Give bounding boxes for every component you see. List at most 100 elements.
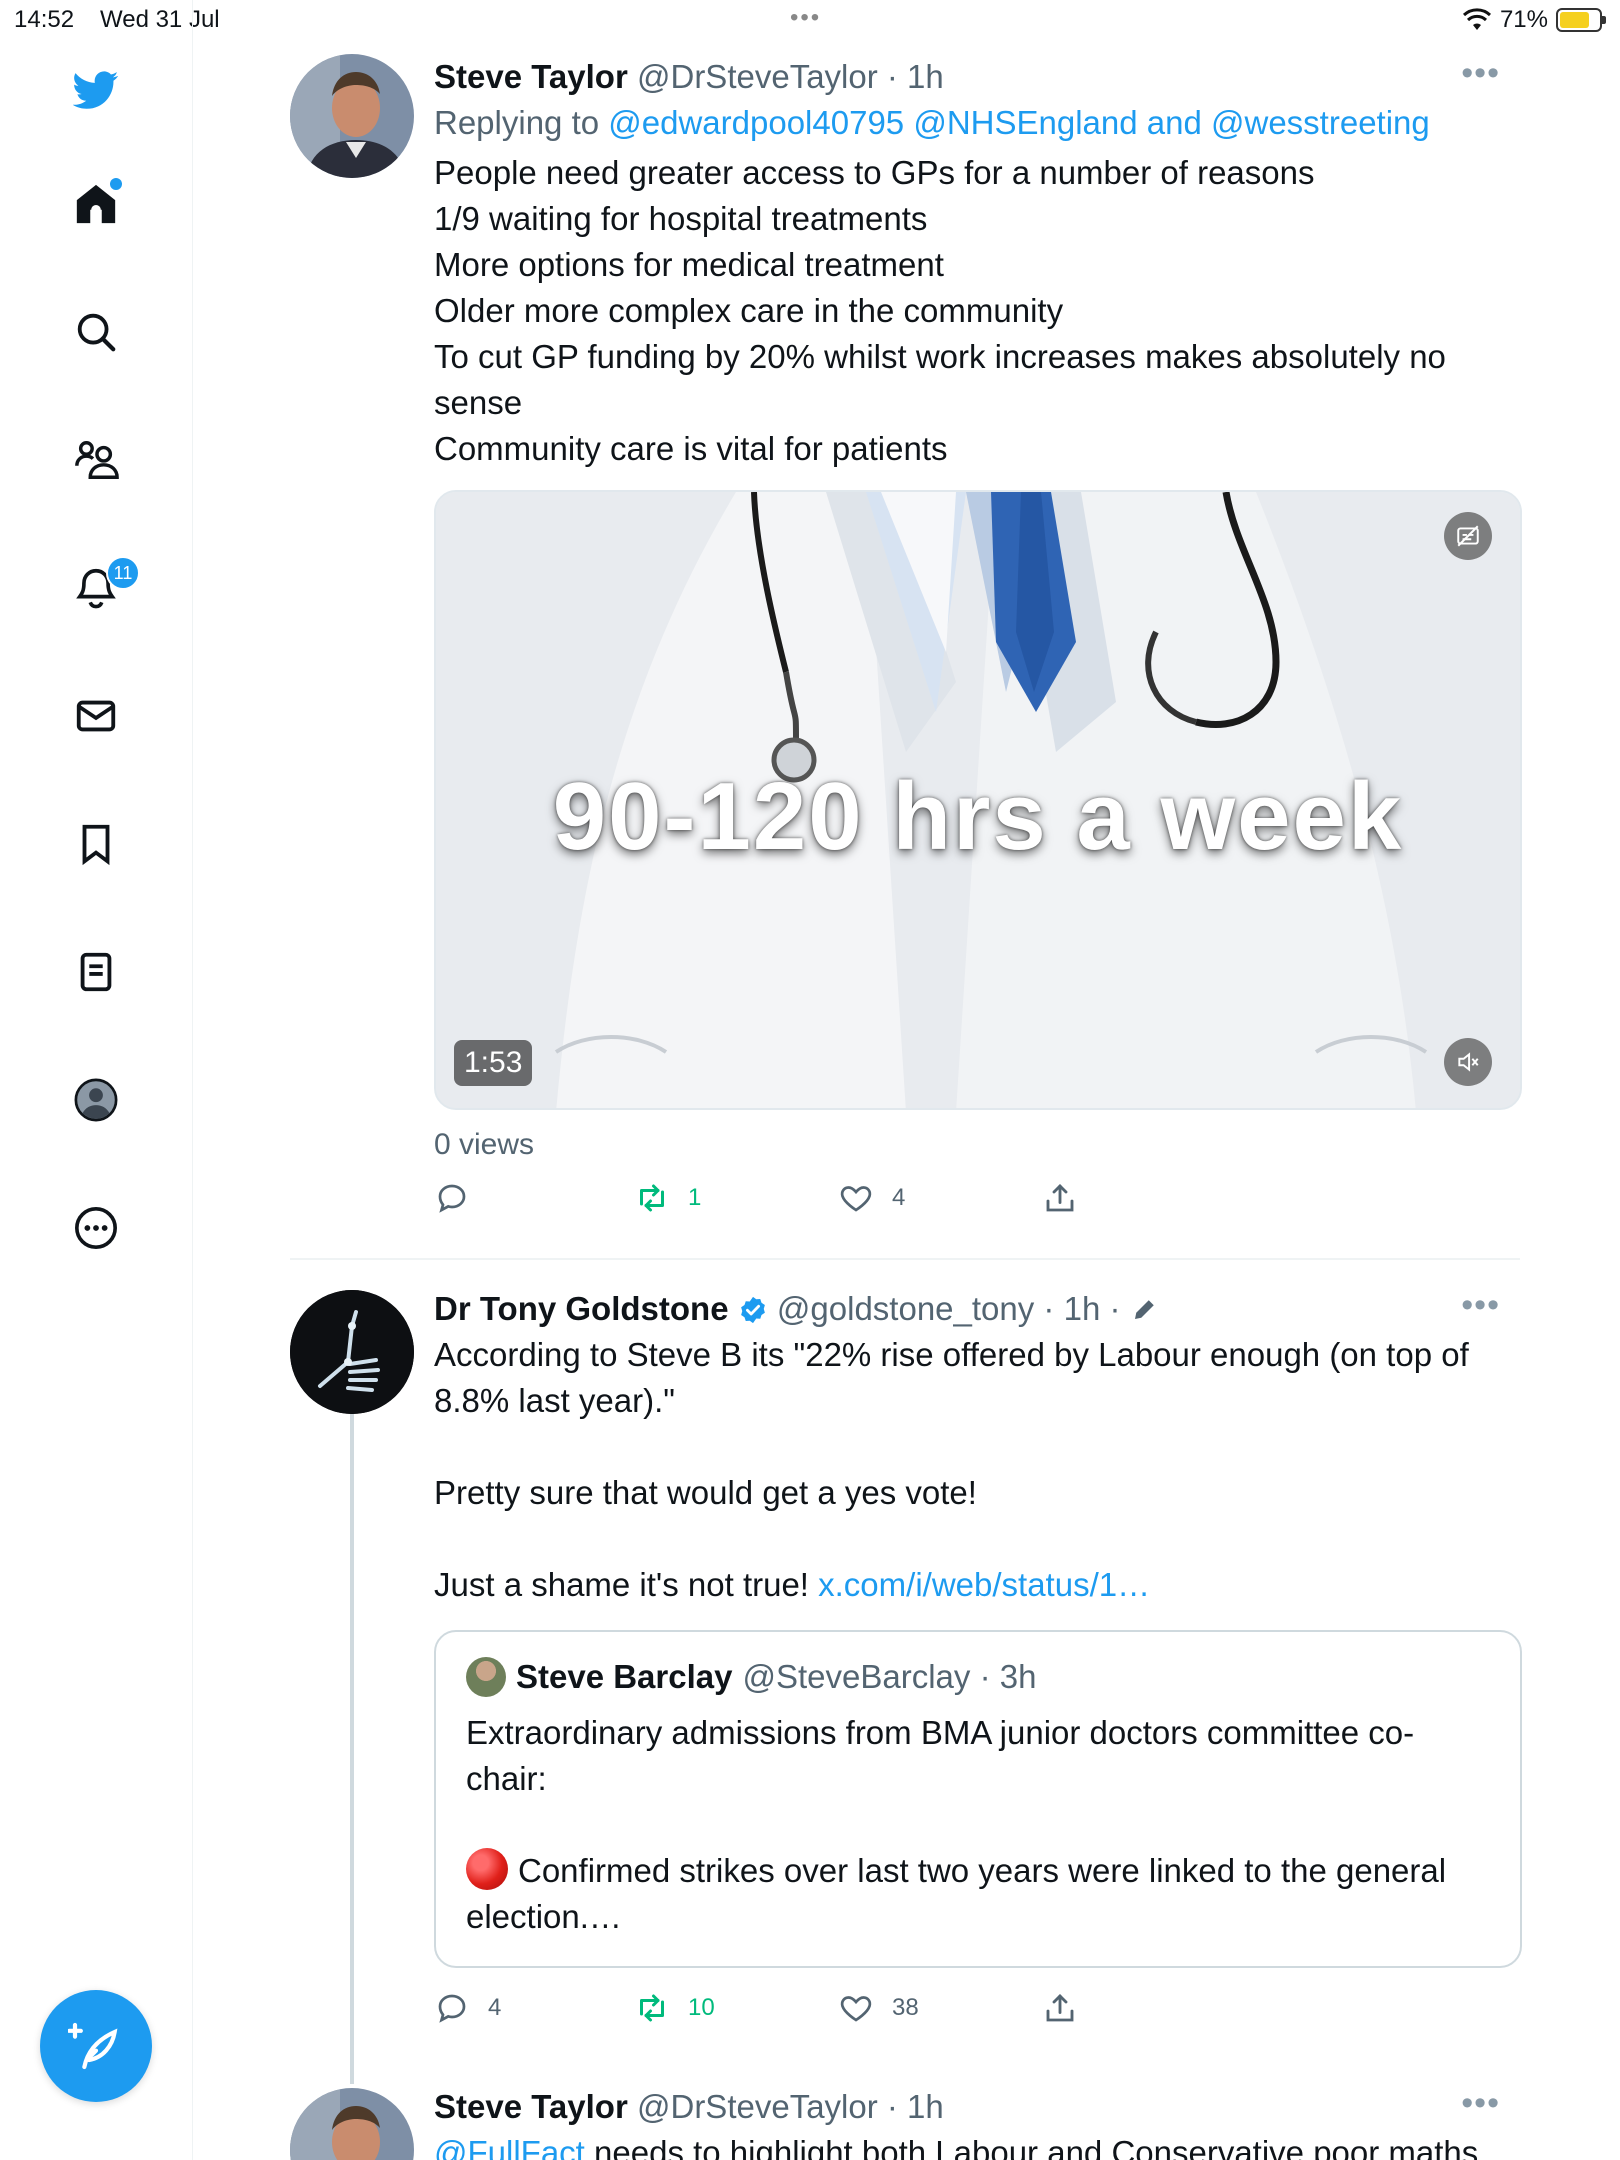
quoted-tweet-text-2: Confirmed strikes over last two years we… xyxy=(466,1848,1490,1940)
mention-link[interactable]: @FullFact xyxy=(434,2134,585,2160)
separator: · xyxy=(877,58,908,95)
tweet-link[interactable]: x.com/i/web/status/1… xyxy=(818,1566,1150,1603)
tweet-time[interactable]: 1h xyxy=(1064,1290,1101,1327)
tweet-card[interactable]: Steve Taylor @DrSteveTaylor · 1h ••• Rep… xyxy=(290,54,1522,1244)
tweet-time[interactable]: 1h xyxy=(907,58,944,95)
multitasking-dots-icon[interactable]: ••• xyxy=(790,4,821,32)
author-name[interactable]: Steve Taylor xyxy=(434,58,628,95)
tweet-text-body: needs to highlight both Labour and Conse… xyxy=(584,2134,1479,2160)
communities-icon[interactable] xyxy=(60,424,132,496)
like-count: 38 xyxy=(892,1994,919,2021)
tweet-more-icon[interactable]: ••• xyxy=(1461,54,1500,93)
like-button[interactable]: 4 xyxy=(838,1180,905,1216)
separator: · xyxy=(970,1658,1000,1695)
notifications-badge: 11 xyxy=(106,556,140,590)
tweet-actions: 1 4 xyxy=(434,1180,1520,1230)
tweet-text-body: According to Steve B its "22% rise offer… xyxy=(434,1336,1469,1603)
compose-tweet-button[interactable] xyxy=(40,1990,152,2102)
battery-icon xyxy=(1556,8,1606,32)
more-options-icon[interactable] xyxy=(60,1192,132,1264)
like-count: 4 xyxy=(892,1184,906,1211)
quoted-tweet[interactable]: Steve Barclay @SteveBarclay · 3h Extraor… xyxy=(434,1630,1522,1968)
video-caption: 90-120 hrs a week xyxy=(552,763,1404,870)
replying-to-users[interactable]: @edwardpool40795 @NHSEngland and @wesstr… xyxy=(608,104,1430,141)
quoted-author-meta: @SteveBarclay · 3h xyxy=(742,1654,1036,1700)
tweet-content: Dr Tony Goldstone @goldstone_tony · 1h ·… xyxy=(434,1286,1522,2040)
retweet-icon xyxy=(640,1184,664,1212)
separator: · xyxy=(1034,1290,1064,1327)
tweet-actions: 4 10 38 xyxy=(434,1990,1520,2040)
quoted-author-name: Steve Barclay xyxy=(516,1658,733,1695)
tweet-header: Steve Taylor @DrSteveTaylor · 1h xyxy=(434,54,1520,100)
tweet-content: Steve Taylor @DrSteveTaylor · 1h ••• @Fu… xyxy=(434,2084,1520,2160)
author-name[interactable]: Steve Taylor xyxy=(434,2088,628,2125)
author-handle[interactable]: @DrSteveTaylor xyxy=(637,2088,878,2125)
heart-icon xyxy=(840,1996,872,2022)
heart-icon xyxy=(840,1186,872,1212)
wifi-icon xyxy=(1462,8,1491,30)
bookmarks-icon[interactable] xyxy=(60,808,132,880)
tweet-text: People need greater access to GPs for a … xyxy=(434,154,1446,467)
tweet-header: Steve Taylor @DrSteveTaylor · 1h xyxy=(434,2084,1520,2130)
quoted-author-handle: @SteveBarclay xyxy=(742,1658,971,1695)
share-button[interactable] xyxy=(1042,1180,1078,1216)
reply-button[interactable] xyxy=(434,1180,488,1216)
quoted-tweet-text: Extraordinary admissions from BMA junior… xyxy=(466,1714,1415,1797)
tweet-header: Dr Tony Goldstone @goldstone_tony · 1h · xyxy=(434,1286,1520,1332)
avatar[interactable] xyxy=(290,2088,414,2160)
reply-button[interactable]: 4 xyxy=(434,1990,501,2026)
battery-percent: 71% xyxy=(1499,6,1548,33)
author-name[interactable]: Dr Tony Goldstone xyxy=(434,1290,729,1327)
lists-icon[interactable] xyxy=(60,936,132,1008)
tweet-text: @FullFact needs to highlight both Labour… xyxy=(434,2130,1520,2160)
like-button[interactable]: 38 xyxy=(838,1990,919,2026)
reply-icon xyxy=(438,1184,466,1213)
status-bar: 14:52 Wed 31 Jul ••• 71% xyxy=(0,0,1620,40)
author-handle[interactable]: @goldstone_tony xyxy=(777,1290,1034,1327)
retweet-count: 10 xyxy=(688,1994,715,2021)
separator: · xyxy=(1100,1290,1121,1327)
quoted-tweet-time: 3h xyxy=(999,1658,1037,1695)
red-circle-emoji-icon xyxy=(466,1848,508,1890)
quoted-avatar xyxy=(466,1657,506,1697)
avatar[interactable] xyxy=(290,54,414,178)
twitter-logo-icon[interactable] xyxy=(60,54,132,126)
avatar[interactable] xyxy=(290,1290,414,1414)
search-icon[interactable] xyxy=(60,296,132,368)
captions-toggle-icon[interactable] xyxy=(1444,512,1492,560)
tweet-text: According to Steve B its "22% rise offer… xyxy=(434,1332,1520,1608)
mute-toggle-icon[interactable] xyxy=(1444,1038,1492,1086)
video-duration: 1:53 xyxy=(454,1040,533,1086)
notifications-icon[interactable]: 11 xyxy=(60,552,140,624)
separator: · xyxy=(877,2088,908,2125)
tweet-content: Steve Taylor @DrSteveTaylor · 1h ••• Rep… xyxy=(434,54,1522,1230)
share-icon xyxy=(1046,1993,1074,2022)
tweet-time[interactable]: 1h xyxy=(907,2088,944,2125)
view-count: 0 views xyxy=(434,1128,535,1161)
tweet-more-icon[interactable]: ••• xyxy=(1461,2084,1500,2123)
retweet-button[interactable]: 1 xyxy=(634,1180,701,1216)
tweet-card[interactable]: Dr Tony Goldstone @goldstone_tony · 1h ·… xyxy=(290,1286,1522,2046)
tweet-divider xyxy=(290,1258,1520,1260)
edited-pencil-icon[interactable] xyxy=(1130,1294,1160,1324)
author-handle[interactable]: @DrSteveTaylor xyxy=(637,58,878,95)
tweet-more-icon[interactable]: ••• xyxy=(1461,1286,1500,1325)
retweet-button[interactable]: 10 xyxy=(634,1990,715,2026)
home-unread-dot xyxy=(110,178,122,190)
reply-icon xyxy=(438,1994,466,2023)
share-icon xyxy=(1046,1183,1074,1212)
messages-icon[interactable] xyxy=(60,680,132,752)
quoted-tweet-text-2-body: Confirmed strikes over last two years we… xyxy=(466,1852,1456,1935)
profile-icon[interactable] xyxy=(60,1064,132,1136)
share-button[interactable] xyxy=(1042,1990,1078,2026)
replying-to: Replying to @edwardpool40795 @NHSEngland… xyxy=(434,100,1520,146)
reply-count: 4 xyxy=(488,1994,502,2021)
replying-to-prefix: Replying to xyxy=(434,104,609,141)
tweet-card[interactable]: Steve Taylor @DrSteveTaylor · 1h ••• @Fu… xyxy=(290,2084,1520,2160)
home-icon[interactable] xyxy=(60,168,132,240)
retweet-icon xyxy=(640,1994,664,2022)
verified-badge-icon xyxy=(740,1296,765,1324)
status-right: 71% xyxy=(1462,6,1606,34)
tweet-video[interactable]: 90-120 hrs a week 1:53 xyxy=(434,490,1522,1110)
quoted-tweet-header: Steve Barclay @SteveBarclay · 3h xyxy=(466,1654,1490,1700)
